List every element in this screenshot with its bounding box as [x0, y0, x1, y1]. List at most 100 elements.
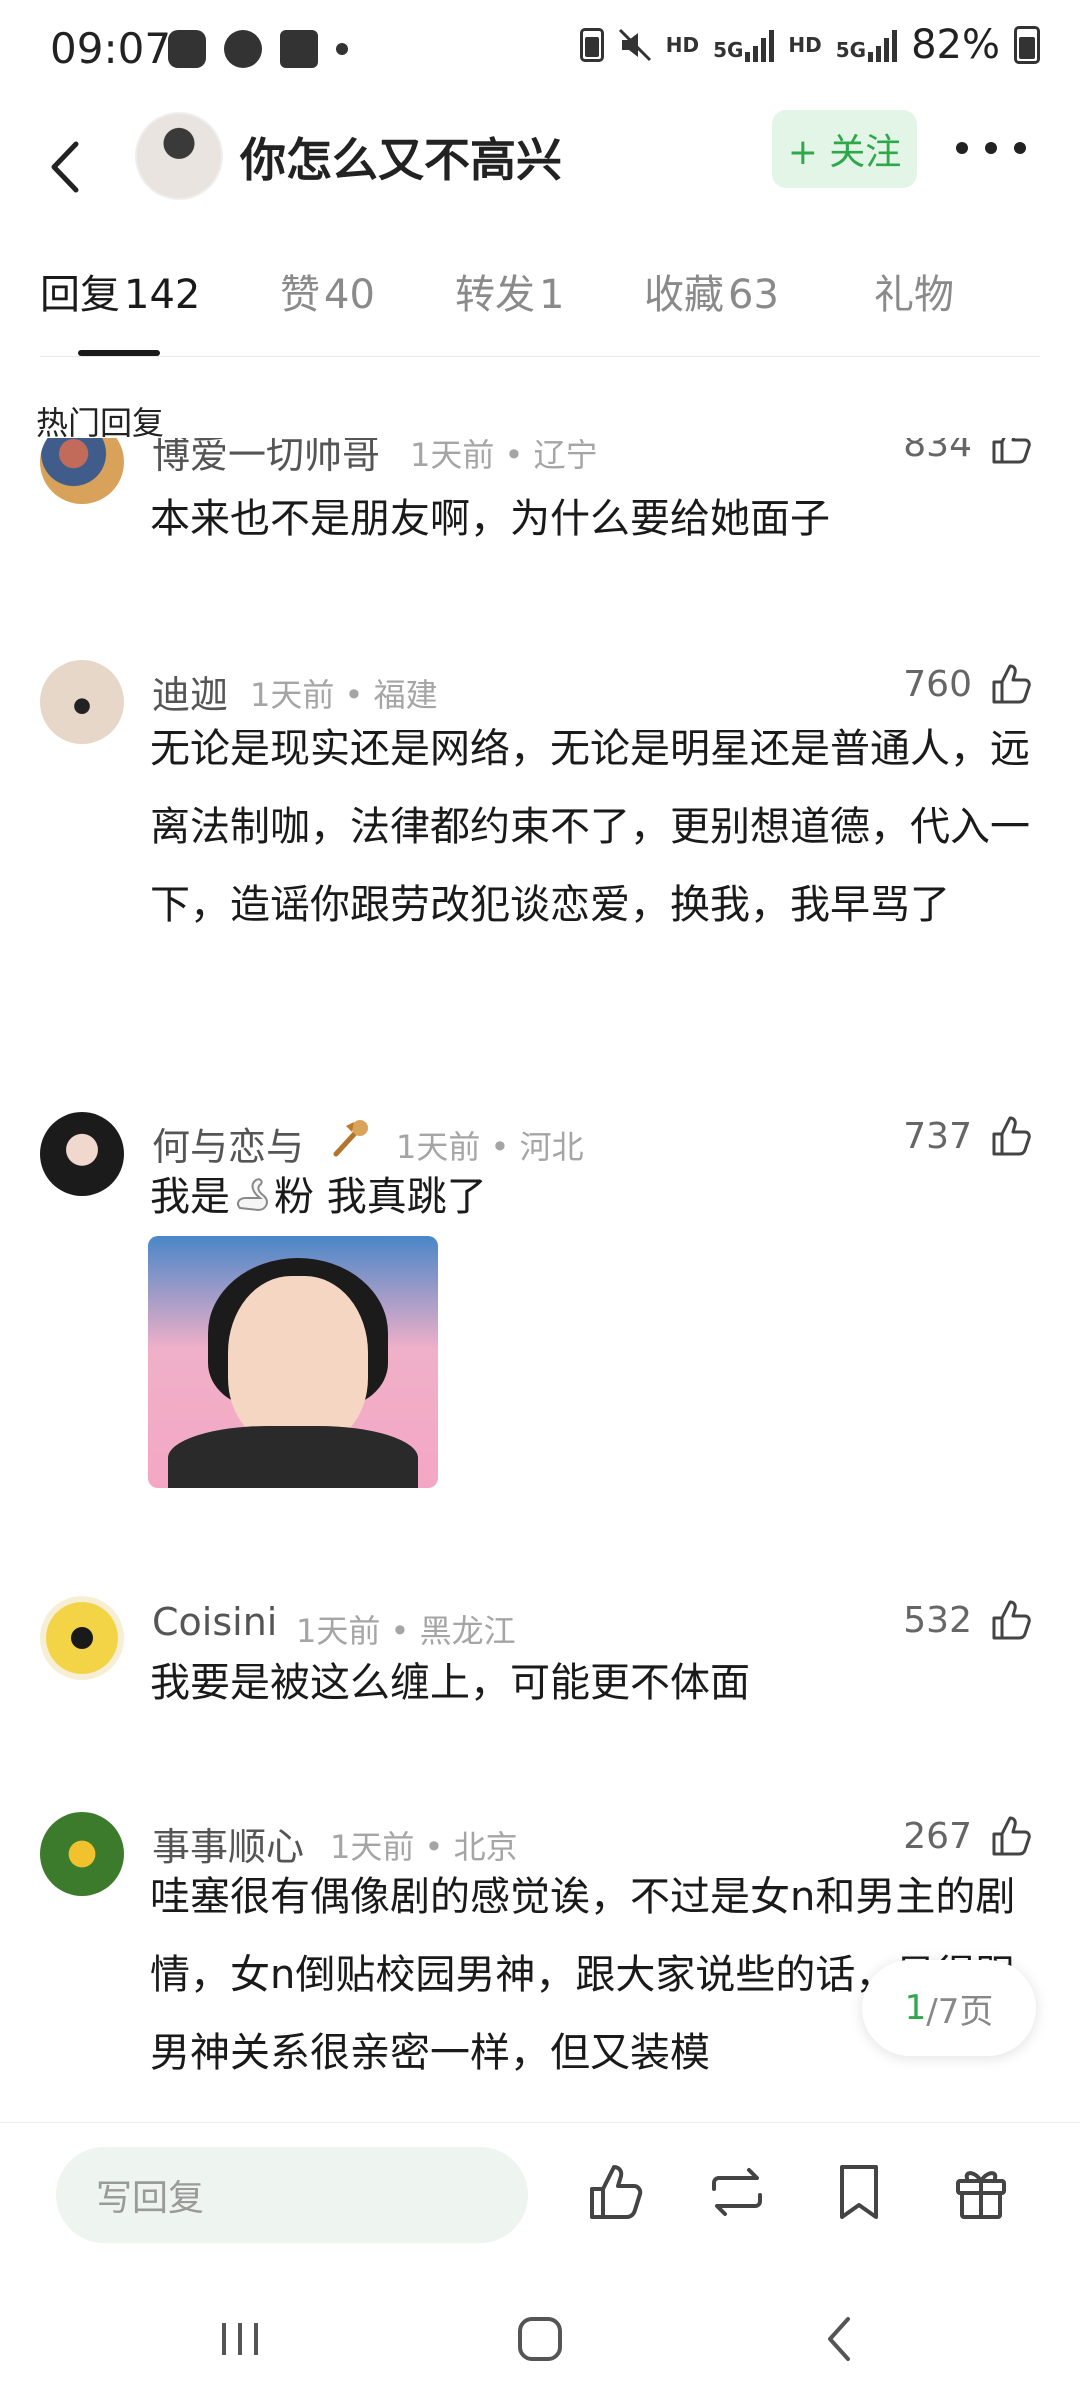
more-dot [956, 142, 968, 154]
like-button[interactable]: 737 [903, 1112, 1036, 1160]
repost-icon [712, 2168, 762, 2216]
like-post-button[interactable] [584, 2159, 650, 2225]
tab-count: 1 [539, 272, 565, 318]
like-button[interactable]: 760 [903, 660, 1036, 708]
like-button[interactable]: 834 [903, 438, 1036, 468]
like-count: 737 [903, 1115, 972, 1157]
status-right: HD 5G HD 5G 82% [579, 22, 1040, 68]
tab-label: 转发 [455, 272, 535, 318]
badge-icon [333, 1120, 368, 1157]
wechat-icon [224, 30, 262, 68]
tab-reposts[interactable]: 转发 1 [455, 262, 564, 320]
comment-location: 福建 [373, 676, 438, 714]
gallery-icon [280, 30, 318, 68]
comment-text-after: 粉 我真跳了 [274, 1174, 487, 1220]
chevron-left-icon [51, 141, 79, 193]
nav-back-button[interactable] [800, 2304, 880, 2374]
page-title[interactable]: 你怎么又不高兴 [240, 124, 562, 190]
net-label-2: 5G [835, 38, 867, 62]
battery-saver-icon [579, 28, 604, 62]
swan-icon [237, 1178, 268, 1212]
more-dot [985, 142, 997, 154]
dot-icon [336, 43, 348, 55]
avatar[interactable] [40, 660, 124, 744]
comment-author[interactable]: Coisini [152, 1600, 277, 1644]
tab-label: 礼物 [874, 272, 954, 318]
header: 你怎么又不高兴 + 关注 [0, 100, 1080, 240]
tab-replies[interactable]: 回复 142 [40, 262, 200, 320]
sim-icon [168, 30, 206, 68]
comment-time: 1天前 [250, 676, 335, 714]
avatar[interactable] [40, 1812, 124, 1896]
back-button[interactable] [32, 132, 102, 202]
comment-text: 无论是现实还是网络，无论是明星还是普通人，远离法制咖，法律都约束不了，更别想道德… [150, 726, 1030, 928]
thumbs-up-icon [992, 1600, 1031, 1640]
signal-bars-2 [868, 28, 898, 62]
follow-button[interactable]: + 关注 [772, 110, 917, 188]
tab-gifts[interactable]: 礼物 [874, 262, 954, 320]
page-indicator[interactable]: 1/7页 [862, 1960, 1036, 2056]
bookmark-button[interactable] [826, 2159, 892, 2225]
divider [40, 356, 1040, 357]
signal-5g-icon: 5G [713, 28, 775, 62]
repost-button[interactable] [704, 2159, 770, 2225]
tab-favorites[interactable]: 收藏 63 [644, 262, 779, 320]
tab-label: 收藏 [644, 272, 724, 318]
thumbs-up-icon [992, 438, 1031, 464]
net-label: 5G [713, 38, 744, 62]
tab-label: 赞 [280, 272, 320, 318]
avatar[interactable] [40, 438, 124, 504]
battery-icon [1014, 26, 1040, 64]
status-bar: 09:07 HD 5G HD 5G 82% [0, 0, 1080, 100]
tab-likes[interactable]: 赞 40 [280, 262, 375, 320]
comment-author[interactable]: 博爱一切帅哥 [152, 438, 380, 479]
status-time: 09:07 [50, 24, 172, 73]
like-button[interactable]: 532 [903, 1596, 1036, 1644]
comment-meta: 1天前 • 辽宁 [410, 438, 598, 474]
back-icon [828, 2317, 850, 2361]
like-count: 760 [903, 663, 972, 705]
recents-icon [222, 2323, 258, 2355]
signal-5g-icon-2: 5G [835, 28, 898, 62]
home-button[interactable] [500, 2304, 580, 2374]
comment-image[interactable] [148, 1236, 438, 1488]
comment-time: 1天前 [410, 438, 495, 474]
comment-list[interactable]: 博爱一切帅哥 1天前 • 辽宁 834 本来也不是朋友啊，为什么要给她面子 迪迦… [0, 438, 1080, 2118]
thumbs-up-icon [992, 1816, 1031, 1856]
like-count: 532 [903, 1599, 972, 1641]
bookmark-icon [840, 2165, 878, 2219]
tab-count: 40 [324, 272, 375, 318]
tab-label: 回复 [40, 272, 120, 318]
avatar[interactable] [40, 1112, 124, 1196]
more-button[interactable] [956, 128, 1026, 168]
avatar[interactable] [135, 112, 223, 200]
like-icon [590, 2165, 643, 2219]
reply-input[interactable]: 写回复 [56, 2147, 528, 2243]
comment-text: 我是粉 我真跳了 [150, 1158, 1030, 1236]
battery-percent: 82% [911, 22, 1000, 68]
hd-label-2: HD [788, 33, 822, 57]
page-current: 1 [904, 1988, 927, 2028]
bottom-action-bar: 写回复 [0, 2122, 1080, 2278]
tab-count: 63 [728, 272, 779, 318]
comment-text-before: 我是 [150, 1174, 230, 1220]
comment-text: 我要是被这么缠上，可能更不体面 [150, 1660, 750, 1706]
hd-label: HD [665, 33, 700, 57]
comment-location: 辽宁 [533, 438, 598, 474]
image-figure-face [228, 1276, 368, 1446]
status-left-icons [168, 30, 348, 68]
gift-button[interactable] [948, 2159, 1014, 2225]
tab-count: 142 [124, 272, 201, 318]
avatar[interactable] [40, 1596, 124, 1680]
recents-button[interactable] [200, 2304, 280, 2374]
like-count: 267 [903, 1815, 972, 1857]
page-total: /7页 [926, 1991, 994, 2032]
tab-bar: 回复 142 赞 40 转发 1 收藏 63 礼物 [40, 262, 1040, 356]
thumbs-up-icon [992, 1116, 1031, 1156]
gift-icon [956, 2171, 1006, 2219]
more-dot [1014, 142, 1026, 154]
signal-bars [745, 28, 775, 62]
like-button[interactable]: 267 [903, 1812, 1036, 1860]
home-icon [518, 2317, 562, 2361]
system-nav-bar [0, 2280, 1080, 2400]
